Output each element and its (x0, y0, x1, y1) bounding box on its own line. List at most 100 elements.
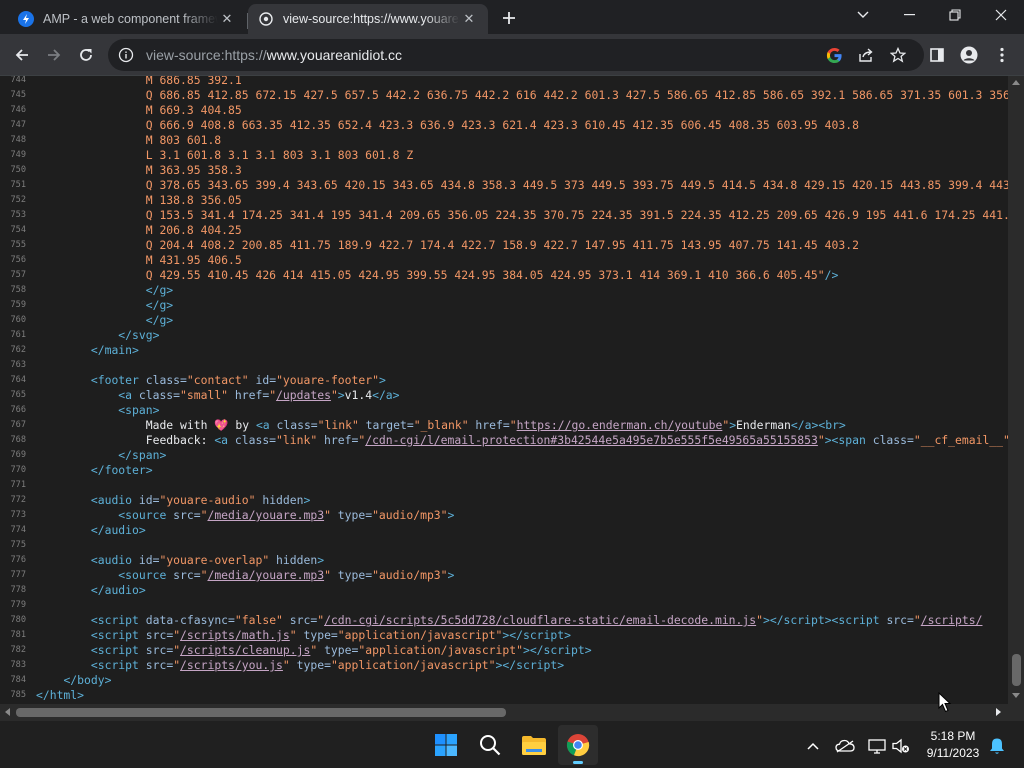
source-line: 758 </g> (0, 283, 1008, 298)
close-tab-icon[interactable]: ✕ (218, 10, 236, 28)
source-link[interactable]: /cdn-cgi/scripts/5c5dd728/cloudflare-sta… (324, 613, 756, 627)
line-source: <span> (118, 403, 160, 417)
search-button[interactable] (470, 725, 510, 765)
scroll-right-icon[interactable] (996, 708, 1001, 716)
chrome-button[interactable] (558, 725, 598, 765)
line-number: 774 (10, 525, 26, 535)
line-number: 760 (10, 315, 26, 325)
line-number: 756 (10, 255, 26, 265)
volume-muted-icon[interactable] (890, 735, 912, 757)
source-line: 754 M 206.8 404.25 (0, 223, 1008, 238)
line-number: 776 (10, 555, 26, 565)
source-link[interactable]: https://go.enderman.ch/youtube (517, 418, 723, 432)
line-number: 782 (10, 645, 26, 655)
source-line: 771 (0, 478, 1008, 493)
windows-logo-icon (435, 734, 457, 756)
url-prefix: view-source:https:// (146, 47, 267, 63)
source-link[interactable]: /scripts/math.js (180, 628, 290, 642)
vertical-scrollbar[interactable] (1008, 76, 1024, 704)
start-button[interactable] (426, 725, 466, 765)
forward-button[interactable] (38, 39, 70, 71)
scroll-up-icon[interactable] (1012, 80, 1020, 85)
line-number: 780 (10, 615, 26, 625)
menu-button[interactable] (986, 39, 1018, 71)
taskbar-clock[interactable]: 5:18 PM 9/11/2023 (916, 728, 990, 762)
minimize-button[interactable] (886, 0, 932, 30)
show-hidden-icons-button[interactable] (802, 735, 824, 757)
line-source: <script data-cfasync="false" src="/cdn-c… (90, 613, 983, 627)
site-info-icon[interactable] (112, 41, 140, 69)
reload-button[interactable] (70, 39, 102, 71)
line-source: <audio id="youare-overlap" hidden> (90, 553, 325, 567)
restore-button[interactable] (932, 0, 978, 30)
source-line: 779 (0, 598, 1008, 613)
line-source: <script src="/scripts/math.js" type="app… (90, 628, 571, 642)
line-source: </footer> (90, 463, 153, 477)
address-bar[interactable]: view-source:https://www.youareanidiot.cc (108, 39, 924, 71)
source-line: 768 Feedback: <a class="link" href="/cdn… (0, 433, 1008, 448)
vertical-scroll-thumb[interactable] (1012, 654, 1021, 686)
line-number: 764 (10, 375, 26, 385)
tab-view-source[interactable]: view-source:https://www.youarea ✕ (248, 4, 488, 34)
network-icon[interactable] (866, 735, 888, 757)
source-line: 759 </g> (0, 298, 1008, 313)
view-source-content[interactable]: 744 M 686.85 392.1 745 Q 686.85 412.85 67… (0, 76, 1008, 704)
line-source: M 803 601.8 (145, 133, 222, 147)
line-number: 761 (10, 330, 26, 340)
source-line: 782 <script src="/scripts/cleanup.js" ty… (0, 643, 1008, 658)
source-line: 772 <audio id="youare-audio" hidden> (0, 493, 1008, 508)
tab-title: view-source:https://www.youarea (283, 12, 460, 26)
line-source: </body> (63, 673, 112, 687)
close-icon (995, 9, 1007, 21)
onedrive-icon[interactable] (834, 735, 856, 757)
source-line: 748 M 803 601.8 (0, 133, 1008, 148)
source-line: 778 </audio> (0, 583, 1008, 598)
source-line: 764 <footer class="contact" id="youare-f… (0, 373, 1008, 388)
bookmark-star-icon[interactable] (882, 39, 914, 71)
search-icon (480, 735, 501, 756)
line-source: </svg> (118, 328, 160, 342)
side-panel-button[interactable] (921, 39, 953, 71)
line-source: M 669.3 404.85 (145, 103, 242, 117)
new-tab-button[interactable] (498, 7, 520, 29)
source-line: 763 (0, 358, 1008, 373)
scroll-left-icon[interactable] (5, 708, 10, 716)
source-link[interactable]: /scripts/cleanup.js (180, 643, 310, 657)
google-lens-icon[interactable] (818, 39, 850, 71)
folder-icon (522, 736, 546, 755)
line-source: M 363.95 358.3 (145, 163, 242, 177)
tab-amp[interactable]: AMP - a web component framew ✕ (8, 4, 246, 34)
share-icon[interactable] (850, 39, 882, 71)
windows-taskbar: 5:18 PM 9/11/2023 (0, 720, 1024, 768)
back-button[interactable] (6, 39, 38, 71)
scroll-down-icon[interactable] (1012, 693, 1020, 698)
tab-search-button[interactable] (840, 0, 886, 30)
source-line: 784 </body> (0, 673, 1008, 688)
source-line: 774 </audio> (0, 523, 1008, 538)
line-number: 754 (10, 225, 26, 235)
source-link[interactable]: /updates (276, 388, 331, 402)
notifications-bell-icon[interactable] (986, 735, 1008, 757)
file-explorer-button[interactable] (514, 725, 554, 765)
source-link[interactable]: /cdn-cgi/l/email-protection#3b42544e5a49… (365, 433, 818, 447)
line-number: 773 (10, 510, 26, 520)
line-source: M 686.85 392.1 (145, 76, 242, 87)
source-link[interactable]: /scripts/ (921, 613, 983, 627)
line-source: </main> (90, 343, 139, 357)
source-line: 760 </g> (0, 313, 1008, 328)
active-app-indicator (573, 761, 583, 764)
line-number: 771 (10, 480, 26, 490)
source-link[interactable]: /media/youare.mp3 (207, 568, 324, 582)
source-line: 766 <span> (0, 403, 1008, 418)
close-window-button[interactable] (978, 0, 1024, 30)
source-link[interactable]: /scripts/you.js (180, 658, 283, 672)
profile-button[interactable] (953, 39, 985, 71)
close-tab-icon[interactable]: ✕ (460, 10, 478, 28)
source-link[interactable]: /media/youare.mp3 (207, 508, 324, 522)
source-line: 744 M 686.85 392.1 (0, 76, 1008, 88)
source-line: 751 Q 378.65 343.65 399.4 343.65 420.15 … (0, 178, 1008, 193)
line-source: </g> (145, 283, 174, 297)
horizontal-scrollbar[interactable] (0, 704, 1024, 720)
source-line: 773 <source src="/media/youare.mp3" type… (0, 508, 1008, 523)
horizontal-scroll-thumb[interactable] (16, 708, 506, 717)
